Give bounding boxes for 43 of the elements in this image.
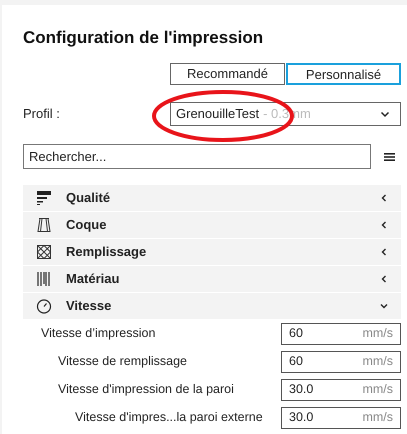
profile-name: GrenouilleTest <box>176 105 260 124</box>
category-label: Matériau <box>66 270 120 288</box>
chevron-left-icon <box>379 220 389 230</box>
unit-label: mm/s <box>362 409 393 426</box>
category-label: Coque <box>66 216 108 234</box>
shell-icon <box>36 217 52 233</box>
panel-title: Configuration de l'impression <box>23 27 264 49</box>
profile-label: Profil : <box>23 105 61 124</box>
category-header[interactable]: Vitesse <box>23 293 401 319</box>
lines-icon <box>36 190 52 206</box>
infill-icon <box>36 244 52 260</box>
unit-label: mm/s <box>362 381 393 398</box>
gauge-icon <box>36 298 52 314</box>
setting-field[interactable]: 30.0 mm/s <box>281 378 401 400</box>
search-field[interactable]: Rechercher... <box>23 144 371 169</box>
chevron-left-icon <box>379 247 389 257</box>
unit-label: mm/s <box>362 353 393 370</box>
setting-label: Vitesse d'impres...la paroi externe <box>74 409 264 426</box>
chevron-left-icon <box>379 193 389 203</box>
setting-label: Vitesse d’impression <box>40 325 156 342</box>
barcode-icon <box>36 271 52 287</box>
setting-value: 30.0 <box>289 409 314 426</box>
category-header[interactable]: Coque <box>23 212 401 238</box>
setting-value: 60 <box>289 353 303 370</box>
setting-field[interactable]: 30.0 mm/s <box>281 406 401 428</box>
category-header[interactable]: Remplissage <box>23 239 401 265</box>
category-header[interactable]: Matériau <box>23 266 401 292</box>
mode-tab[interactable]: Recommandé <box>170 63 285 85</box>
category-label: Vitesse <box>66 297 112 316</box>
setting-field[interactable]: 60 mm/s <box>281 322 401 344</box>
mode-tab[interactable]: Personnalisé <box>286 63 401 85</box>
chevron-left-icon <box>379 274 389 284</box>
setting-value: 60 <box>289 325 303 342</box>
unit-label: mm/s <box>362 325 393 342</box>
setting-label: Vitesse d'impression de la paroi <box>57 381 235 398</box>
setting-value: 30.0 <box>289 381 314 398</box>
setting-label: Vitesse de remplissage <box>57 353 188 370</box>
category-label: Remplissage <box>66 243 148 262</box>
setting-field[interactable]: 60 mm/s <box>281 350 401 372</box>
category-header[interactable]: Qualité <box>23 185 401 211</box>
category-label: Qualité <box>66 189 112 208</box>
chevron-down-icon <box>379 301 389 311</box>
menu-icon[interactable] <box>384 152 395 162</box>
